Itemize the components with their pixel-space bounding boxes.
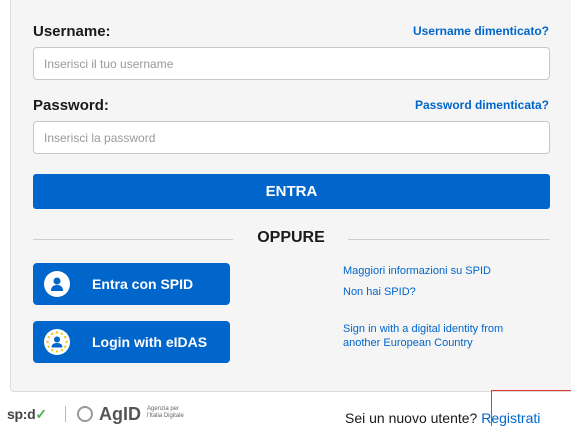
spid-info-link[interactable]: Maggiori informazioni su SPID xyxy=(343,264,491,278)
agid-emblem-icon xyxy=(77,406,93,422)
eu-stars-user-icon xyxy=(44,329,70,355)
agid-sub-line2: l'Italia Digitale xyxy=(147,413,184,419)
agid-sub-line1: Agenzia per xyxy=(147,406,180,412)
eidas-button-label: Login with eIDAS xyxy=(92,334,208,350)
spid-logo: sp:d✓ xyxy=(7,406,47,423)
eidas-login-button[interactable]: Login with eIDAS xyxy=(33,321,230,363)
eidas-info-line2: another European Country xyxy=(343,337,473,349)
spid-button-label: Entra con SPID xyxy=(92,276,194,292)
entra-button[interactable]: ENTRA xyxy=(33,174,550,209)
divider-line-right xyxy=(348,239,550,240)
no-spid-link[interactable]: Non hai SPID? xyxy=(343,285,416,299)
spid-logo-text: sp:d xyxy=(7,406,36,422)
agid-logo: AgID xyxy=(99,404,141,424)
new-user-text: Sei un nuovo utente? xyxy=(345,410,482,426)
password-input[interactable] xyxy=(33,121,550,154)
eidas-info-line1: Sign in with a digital identity from xyxy=(343,323,504,335)
username-input[interactable] xyxy=(33,47,550,80)
spid-check-icon: ✓ xyxy=(35,406,47,422)
password-label: Password: xyxy=(33,97,109,114)
oppure-divider-text: OPPURE xyxy=(257,229,325,246)
agid-subtitle: Agenzia per l'Italia Digitale xyxy=(147,406,184,420)
spid-login-button[interactable]: Entra con SPID xyxy=(33,263,230,305)
highlight-box xyxy=(491,390,571,426)
footer-logos: sp:d✓ AgID Agenzia per l'Italia Digitale xyxy=(0,404,200,426)
username-label: Username: xyxy=(33,23,111,40)
username-forgot-link[interactable]: Username dimenticato? xyxy=(413,24,549,38)
eidas-info-link[interactable]: Sign in with a digital identity from ano… xyxy=(343,322,503,350)
user-icon xyxy=(44,271,70,297)
logo-separator xyxy=(65,406,66,422)
divider-line-left xyxy=(33,239,233,240)
password-forgot-link[interactable]: Password dimenticata? xyxy=(415,98,549,112)
